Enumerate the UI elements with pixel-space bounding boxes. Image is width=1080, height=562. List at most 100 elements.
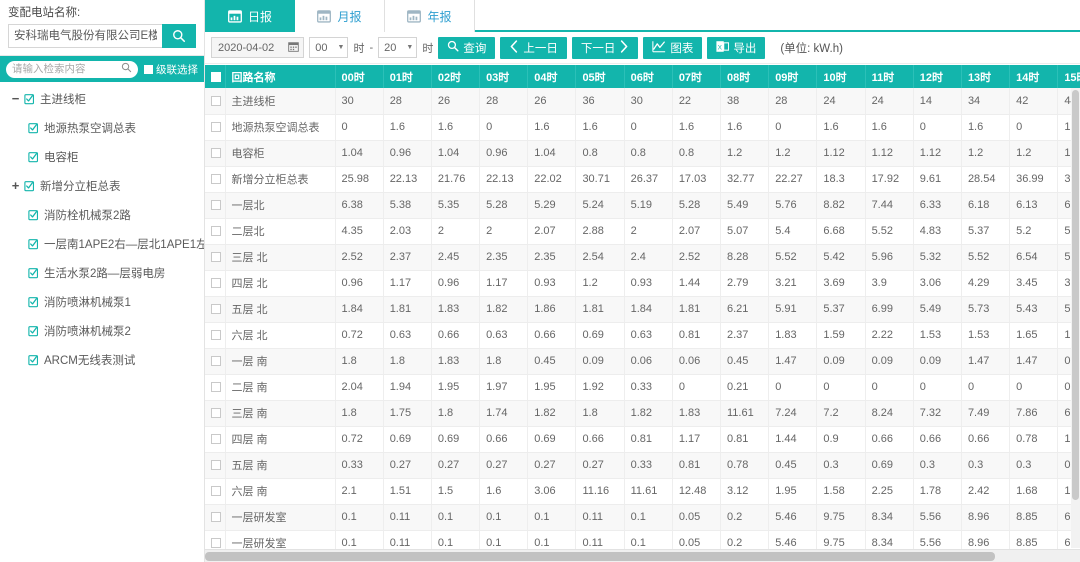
checkbox-icon[interactable] (211, 96, 221, 106)
table-row[interactable]: 六层 北0.720.630.660.630.660.690.630.812.37… (205, 322, 1080, 348)
row-checkbox-cell[interactable] (205, 244, 225, 270)
row-checkbox-cell[interactable] (205, 270, 225, 296)
select-all-header[interactable] (205, 65, 225, 88)
table-row[interactable]: 五层 北1.841.811.831.821.861.811.841.816.21… (205, 296, 1080, 322)
checkbox-icon[interactable] (211, 226, 221, 236)
tree-node[interactable]: 一层南1APE2右—层北1APE1左 (0, 229, 204, 258)
cell-hour-7: 1.6 (672, 114, 720, 140)
collapse-icon[interactable]: − (10, 93, 21, 104)
checkbox-icon[interactable] (211, 434, 221, 444)
table-row[interactable]: 三层 北2.522.372.452.352.352.542.42.528.285… (205, 244, 1080, 270)
row-checkbox-cell[interactable] (205, 296, 225, 322)
checkbox-icon[interactable] (211, 200, 221, 210)
date-picker[interactable]: 2020-04-02 (211, 37, 304, 58)
table-row[interactable]: 电容柜1.040.961.040.961.040.80.80.81.21.21.… (205, 140, 1080, 166)
cell-hour-12: 3.06 (913, 270, 961, 296)
cell-hour-12: 1.12 (913, 140, 961, 166)
tree-node-label: 主进线柜 (40, 91, 86, 107)
table-row[interactable]: 地源热泵空调总表01.61.601.61.601.61.601.61.601.6… (205, 114, 1080, 140)
row-checkbox-cell[interactable] (205, 374, 225, 400)
tree-node[interactable]: 电容柜 (0, 142, 204, 171)
checkbox-icon[interactable] (211, 174, 221, 184)
tree-node[interactable]: 消防喷淋机械泵1 (0, 287, 204, 316)
table-row[interactable]: 五层 南0.330.270.270.270.270.270.330.810.78… (205, 452, 1080, 478)
checkbox-icon[interactable] (211, 382, 221, 392)
tab-daily[interactable]: 日报 (205, 0, 295, 32)
tab-monthly[interactable]: 月报 (295, 0, 385, 32)
tree-node[interactable]: 消防栓机械泵2路 (0, 200, 204, 229)
row-checkbox-cell[interactable] (205, 400, 225, 426)
table-row[interactable]: 一层 南1.81.81.831.80.450.090.060.060.451.4… (205, 348, 1080, 374)
checkbox-icon[interactable] (211, 304, 221, 314)
cell-hour-7: 0.8 (672, 140, 720, 166)
row-checkbox-cell[interactable] (205, 426, 225, 452)
hour-from-select[interactable]: 00 ▼ (309, 37, 348, 58)
table-row[interactable]: 一层研发室0.10.110.10.10.10.110.10.050.25.469… (205, 504, 1080, 530)
table-row[interactable]: 三层 南1.81.751.81.741.821.81.821.8311.617.… (205, 400, 1080, 426)
cell-hour-0: 2.1 (335, 478, 383, 504)
row-circuit-name: 四层 北 (225, 270, 335, 296)
table-row[interactable]: 二层北4.352.03222.072.8822.075.075.46.685.5… (205, 218, 1080, 244)
horizontal-scrollbar-thumb[interactable] (205, 552, 995, 561)
tree-node[interactable]: − 主进线柜 (0, 84, 204, 113)
cell-hour-11: 2.25 (865, 478, 913, 504)
checkbox-icon[interactable] (211, 252, 221, 262)
vertical-scrollbar-thumb[interactable] (1072, 90, 1079, 500)
tree-node[interactable]: 消防喷淋机械泵2 (0, 316, 204, 345)
row-checkbox-cell[interactable] (205, 218, 225, 244)
table-row[interactable]: 一层北6.385.385.355.285.295.245.195.285.495… (205, 192, 1080, 218)
export-button[interactable]: X 导出 (707, 37, 765, 59)
chart-button[interactable]: 图表 (643, 37, 702, 59)
next-day-button[interactable]: 下一日 (572, 37, 639, 59)
hour-to-select[interactable]: 20 ▼ (378, 37, 417, 58)
cell-hour-11: 17.92 (865, 166, 913, 192)
vertical-scrollbar[interactable] (1071, 88, 1080, 548)
row-checkbox-cell[interactable] (205, 88, 225, 114)
row-checkbox-cell[interactable] (205, 322, 225, 348)
checkbox-icon[interactable] (211, 330, 221, 340)
tree-node[interactable]: ARCM无线表测试 (0, 345, 204, 374)
checkbox-icon[interactable] (211, 72, 221, 82)
tree-node[interactable]: 地源热泵空调总表 (0, 113, 204, 142)
table-row[interactable]: 六层 南2.11.511.51.63.0611.1611.6112.483.12… (205, 478, 1080, 504)
checkbox-icon[interactable] (211, 512, 221, 522)
row-checkbox-cell[interactable] (205, 140, 225, 166)
tab-yearly[interactable]: 年报 (385, 0, 475, 32)
cell-hour-10: 5.37 (817, 296, 865, 322)
tree-node[interactable]: +新增分立柜总表 (0, 171, 204, 200)
row-checkbox-cell[interactable] (205, 504, 225, 530)
checkbox-icon[interactable] (211, 408, 221, 418)
table-row[interactable]: 主进线柜302826282636302238282424143442444844… (205, 88, 1080, 114)
expand-icon[interactable]: + (10, 180, 21, 191)
table-row[interactable]: 二层 南2.041.941.951.971.951.920.3300.21000… (205, 374, 1080, 400)
row-checkbox-cell[interactable] (205, 166, 225, 192)
station-label: 变配电站名称: (8, 6, 196, 20)
device-icon (28, 122, 40, 134)
horizontal-scrollbar[interactable] (205, 549, 1080, 562)
tree-filter-input[interactable] (12, 63, 121, 75)
row-checkbox-cell[interactable] (205, 114, 225, 140)
station-selector: 变配电站名称: (0, 0, 204, 56)
checkbox-icon[interactable] (211, 148, 221, 158)
table-row[interactable]: 四层 北0.961.170.961.170.931.20.931.442.793… (205, 270, 1080, 296)
row-checkbox-cell[interactable] (205, 348, 225, 374)
checkbox-icon[interactable] (211, 460, 221, 470)
prev-day-button[interactable]: 上一日 (500, 37, 567, 59)
checkbox-icon[interactable] (211, 122, 221, 132)
row-checkbox-cell[interactable] (205, 478, 225, 504)
checkbox-icon[interactable] (211, 486, 221, 496)
row-checkbox-cell[interactable] (205, 192, 225, 218)
station-search-button[interactable] (162, 24, 196, 48)
range-dash: - (369, 42, 373, 54)
table-row[interactable]: 四层 南0.720.690.690.660.690.660.811.170.81… (205, 426, 1080, 452)
checkbox-icon[interactable] (211, 278, 221, 288)
tree-node[interactable]: 生活水泵2路—层弱电房 (0, 258, 204, 287)
checkbox-icon[interactable] (211, 356, 221, 366)
checkbox-icon[interactable] (211, 538, 221, 548)
query-button[interactable]: 查询 (438, 37, 495, 59)
tree-filter-input-wrap[interactable] (6, 61, 138, 78)
cascade-select-checkbox[interactable]: 级联选择 (144, 62, 198, 77)
table-row[interactable]: 新增分立柜总表25.9822.1321.7622.1322.0230.7126.… (205, 166, 1080, 192)
station-name-input[interactable] (8, 24, 162, 48)
row-checkbox-cell[interactable] (205, 452, 225, 478)
